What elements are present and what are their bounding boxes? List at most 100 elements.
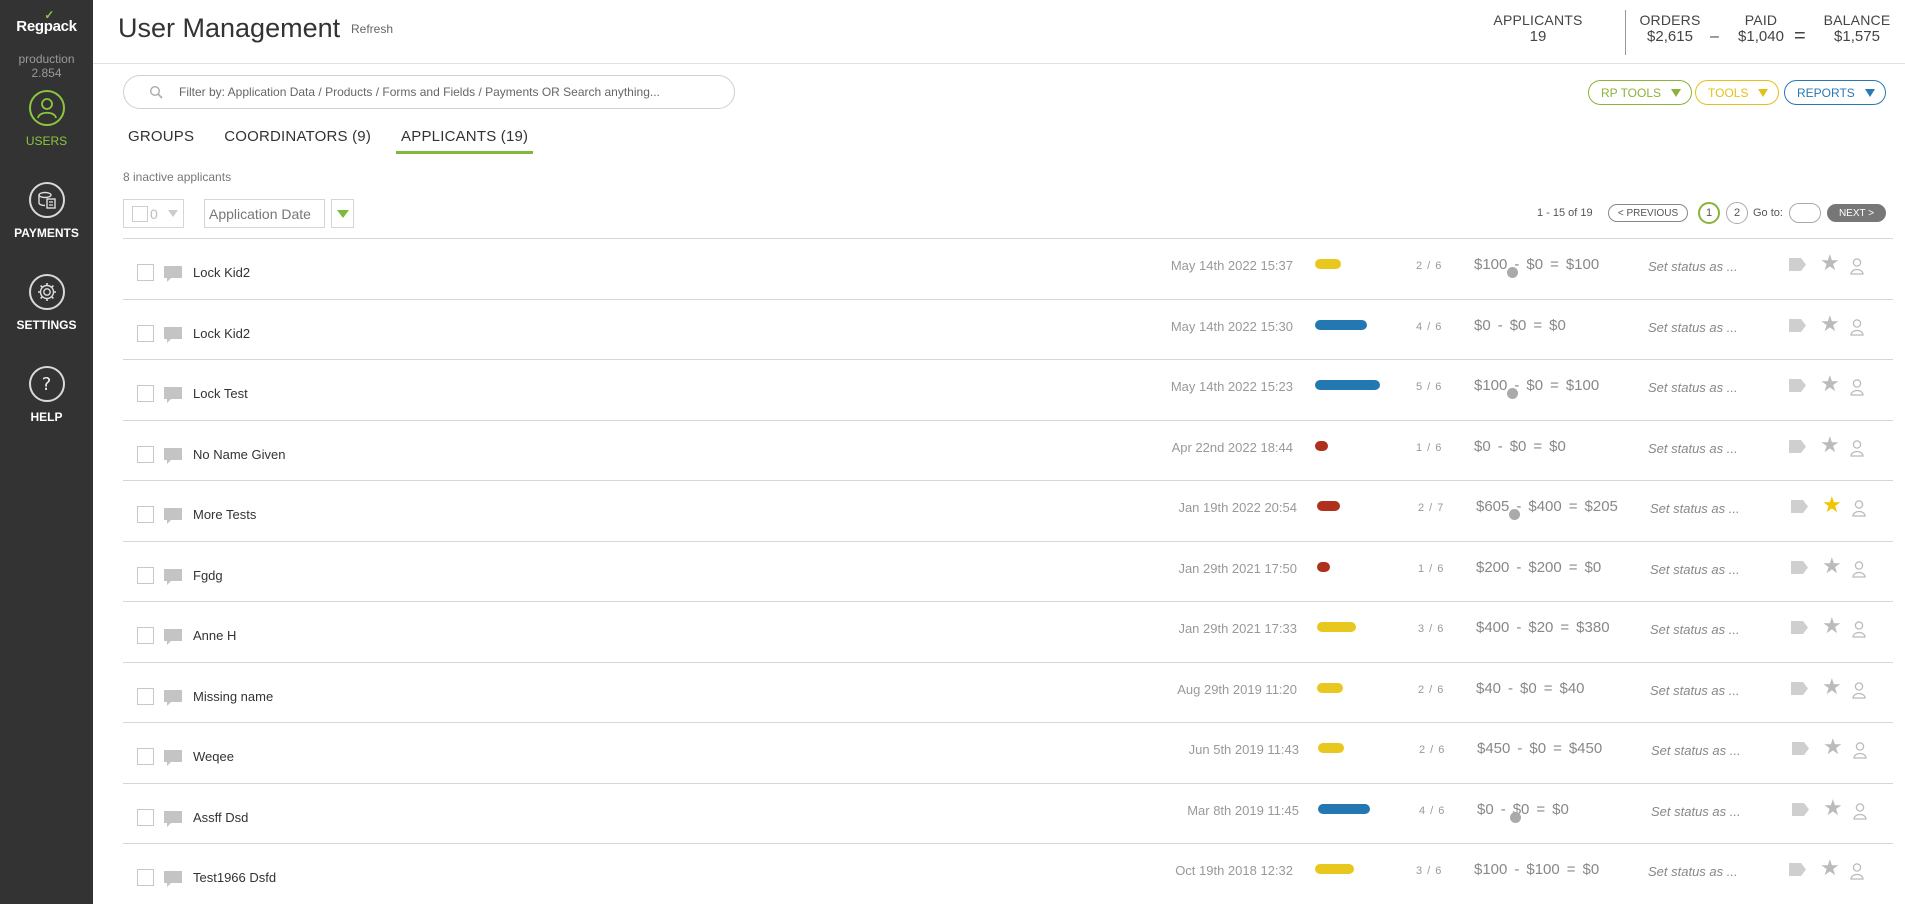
status-dropdown[interactable]: Set status as ... <box>1650 683 1740 698</box>
info-icon[interactable] <box>1507 267 1518 278</box>
tab-coordinators[interactable]: COORDINATORS (9) <box>219 128 376 154</box>
row-checkbox[interactable] <box>137 445 154 463</box>
row-checkbox[interactable] <box>137 808 154 826</box>
info-icon[interactable] <box>1507 388 1518 399</box>
bulk-select-dropdown[interactable]: 0 <box>123 199 184 228</box>
applicant-name[interactable]: More Tests <box>193 507 256 522</box>
page-2-button[interactable]: 2 <box>1726 202 1748 224</box>
star-icon[interactable]: ★ <box>1822 494 1842 516</box>
row-checkbox[interactable] <box>137 748 154 765</box>
previous-button[interactable]: < PREVIOUS <box>1608 204 1688 222</box>
tools-button[interactable]: TOOLS <box>1695 80 1780 105</box>
refresh-link[interactable]: Refresh <box>351 22 393 36</box>
table-row[interactable]: Fgdg Jan 29th 2021 17:50 1 / 6 $200- $200 = $0… <box>123 542 1893 602</box>
tag-icon[interactable] <box>1790 499 1809 519</box>
inactive-applicants-text[interactable]: 8 inactive applicants <box>123 170 231 184</box>
sidebar-item-settings[interactable]: SETTINGS <box>0 274 93 332</box>
row-checkbox[interactable] <box>137 264 154 281</box>
star-icon[interactable]: ★ <box>1820 252 1840 274</box>
row-checkbox[interactable] <box>137 385 154 402</box>
table-row[interactable]: Lock Test May 14th 2022 15:23 5 / 6 $100- $0… <box>123 360 1893 421</box>
rp-tools-button[interactable]: RP TOOLS <box>1588 80 1693 105</box>
star-icon[interactable]: ★ <box>1822 675 1842 698</box>
tag-icon[interactable] <box>1788 378 1807 398</box>
status-dropdown[interactable]: Set status as ... <box>1648 380 1738 395</box>
table-row[interactable]: Assff Dsd Mar 8th 2019 11:45 4 / 6 $0- $0 = $0… <box>123 784 1893 844</box>
tag-icon[interactable] <box>1788 257 1807 277</box>
next-button[interactable]: NEXT > <box>1827 204 1886 222</box>
table-row[interactable]: Weqee Jun 5th 2019 11:43 2 / 6 $450- $0 = $450… <box>123 723 1893 784</box>
message-icon[interactable] <box>163 870 183 893</box>
star-icon[interactable]: ★ <box>1822 554 1842 577</box>
applicant-name[interactable]: Test1966 Dsfd <box>193 870 276 885</box>
tag-icon[interactable] <box>1791 802 1810 822</box>
status-dropdown[interactable]: Set status as ... <box>1651 743 1741 758</box>
star-icon[interactable]: ★ <box>1820 857 1840 879</box>
page-1-button[interactable]: 1 <box>1698 202 1720 224</box>
person-icon[interactable] <box>1853 802 1867 825</box>
star-icon[interactable]: ★ <box>1820 433 1840 456</box>
row-checkbox[interactable] <box>137 687 154 705</box>
applicant-name[interactable]: Missing name <box>193 689 273 704</box>
row-checkbox[interactable] <box>137 627 154 644</box>
info-icon[interactable] <box>1509 509 1520 520</box>
status-dropdown[interactable]: Set status as ... <box>1650 622 1740 637</box>
applicant-name[interactable]: Lock Test <box>193 386 248 401</box>
table-row[interactable]: Lock Kid2 May 14th 2022 15:37 2 / 6 $100- $0… <box>123 239 1893 300</box>
status-dropdown[interactable]: Set status as ... <box>1650 501 1740 516</box>
status-dropdown[interactable]: Set status as ... <box>1648 320 1738 335</box>
status-dropdown[interactable]: Set status as ... <box>1648 441 1738 456</box>
message-icon[interactable] <box>163 810 183 833</box>
table-row[interactable]: Test1966 Dsfd Oct 19th 2018 12:32 3 / 6 $10… <box>123 844 1893 904</box>
row-checkbox[interactable] <box>137 869 154 886</box>
applicant-name[interactable]: Weqee <box>193 749 234 764</box>
goto-input[interactable] <box>1789 203 1821 223</box>
applicant-name[interactable]: No Name Given <box>193 447 285 462</box>
person-icon[interactable] <box>1852 499 1866 522</box>
row-checkbox[interactable] <box>137 324 154 342</box>
applicant-name[interactable]: Lock Kid2 <box>193 326 250 341</box>
sort-direction-button[interactable] <box>331 199 354 228</box>
star-icon[interactable]: ★ <box>1820 373 1840 395</box>
star-icon[interactable]: ★ <box>1822 615 1842 637</box>
message-icon[interactable] <box>163 568 183 591</box>
table-row[interactable]: Lock Kid2 May 14th 2022 15:30 4 / 6 $0- $0 = $… <box>123 300 1893 360</box>
tag-icon[interactable] <box>1790 681 1809 701</box>
row-checkbox[interactable] <box>137 566 154 584</box>
message-icon[interactable] <box>163 507 183 530</box>
status-dropdown[interactable]: Set status as ... <box>1648 864 1738 879</box>
tab-groups[interactable]: GROUPS <box>123 128 199 154</box>
status-dropdown[interactable]: Set status as ... <box>1651 804 1741 819</box>
tag-icon[interactable] <box>1791 741 1810 761</box>
sidebar-item-payments[interactable]: PAYMENTS <box>0 182 93 240</box>
info-icon[interactable] <box>1510 811 1521 823</box>
person-icon[interactable] <box>1853 741 1867 764</box>
table-row[interactable]: No Name Given Apr 22nd 2022 18:44 1 / 6 $0-… <box>123 421 1893 481</box>
tab-applicants[interactable]: APPLICANTS (19) <box>396 128 534 154</box>
sidebar-item-users[interactable]: USERS <box>0 90 93 148</box>
person-icon[interactable] <box>1850 318 1864 341</box>
status-dropdown[interactable]: Set status as ... <box>1648 259 1738 274</box>
tag-icon[interactable] <box>1788 318 1807 338</box>
table-row[interactable]: Missing name Aug 29th 2019 11:20 2 / 6 $40-… <box>123 663 1893 723</box>
star-icon[interactable]: ★ <box>1823 796 1843 819</box>
person-icon[interactable] <box>1852 620 1866 643</box>
tag-icon[interactable] <box>1790 620 1809 640</box>
applicant-name[interactable]: Anne H <box>193 628 236 643</box>
star-icon[interactable]: ★ <box>1820 312 1840 335</box>
applicant-name[interactable]: Lock Kid2 <box>193 265 250 280</box>
person-icon[interactable] <box>1850 862 1864 885</box>
reports-button[interactable]: REPORTS <box>1784 80 1886 105</box>
sidebar-item-help[interactable]: ? HELP <box>0 366 93 424</box>
search-input[interactable] <box>179 85 699 99</box>
message-icon[interactable] <box>163 749 183 772</box>
person-icon[interactable] <box>1852 560 1866 583</box>
message-icon[interactable] <box>163 386 183 409</box>
applicant-name[interactable]: Fgdg <box>193 568 223 583</box>
tag-icon[interactable] <box>1788 862 1807 882</box>
message-icon[interactable] <box>163 689 183 712</box>
person-icon[interactable] <box>1852 681 1866 704</box>
status-dropdown[interactable]: Set status as ... <box>1650 562 1740 577</box>
select-all-checkbox[interactable] <box>132 205 148 222</box>
message-icon[interactable] <box>163 265 183 288</box>
